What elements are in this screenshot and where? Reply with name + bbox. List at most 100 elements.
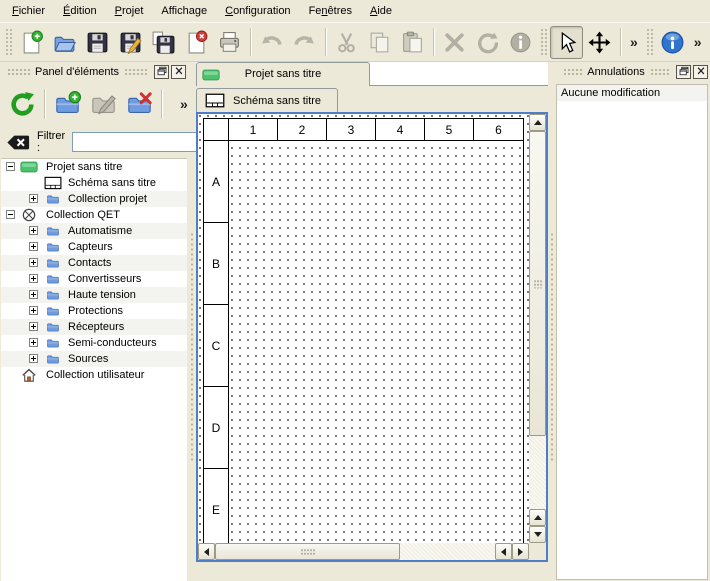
menu-projet[interactable]: Projet <box>106 1 153 21</box>
tree-item-protections[interactable]: Protections <box>1 303 187 319</box>
schema-tab-label: Schéma sans titre <box>233 95 321 107</box>
scroll-up-button-2[interactable] <box>529 509 546 526</box>
scroll-up-button[interactable] <box>529 114 546 131</box>
info-gray-icon <box>508 30 533 55</box>
elements-panel-titlebar[interactable]: Panel d'éléments <box>2 62 186 82</box>
tb-handle[interactable] <box>646 28 653 56</box>
undo-history-item[interactable]: Aucune modification <box>557 85 707 101</box>
plus-expander-icon[interactable] <box>29 290 38 299</box>
tree-item-capteurs[interactable]: Capteurs <box>1 239 187 255</box>
float-panel-button[interactable] <box>154 65 169 79</box>
plus-expander-icon[interactable] <box>29 242 38 251</box>
open-document-button[interactable] <box>48 26 81 59</box>
folder-new-button[interactable] <box>49 86 85 122</box>
scroll-left-button[interactable] <box>198 543 215 560</box>
tree-item-label: Récepteurs <box>68 321 124 333</box>
plus-expander-icon[interactable] <box>29 306 38 315</box>
tree-item-recepteurs[interactable]: Récepteurs <box>1 319 187 335</box>
tb-overflow-button[interactable]: » <box>689 34 707 50</box>
clear-filter-icon[interactable] <box>6 134 30 151</box>
scroll-right-button[interactable] <box>512 543 529 560</box>
undo-history-list[interactable]: Aucune modification <box>556 84 708 580</box>
vscroll-thumb[interactable] <box>529 131 546 436</box>
menu-configuration[interactable]: Configuration <box>216 1 299 21</box>
new-document-button[interactable] <box>15 26 48 59</box>
plus-expander-icon[interactable] <box>29 194 38 203</box>
delete-button[interactable] <box>438 26 471 59</box>
rotate-button[interactable] <box>471 26 504 59</box>
info-gray-button[interactable] <box>504 26 537 59</box>
filter-row: Filtrer : <box>0 128 188 156</box>
tb-overflow-button[interactable]: » <box>625 34 643 50</box>
menu-affichage[interactable]: Affichage <box>152 1 216 21</box>
move-tool-icon <box>587 30 612 55</box>
plus-expander-icon[interactable] <box>29 226 38 235</box>
tb-handle[interactable] <box>5 28 12 56</box>
tab-schema-sans-titre[interactable]: Schéma sans titre <box>196 88 338 112</box>
tree-item-haute-tension[interactable]: Haute tension <box>1 287 187 303</box>
refresh-button[interactable] <box>4 86 40 122</box>
tb-handle[interactable] <box>540 28 547 56</box>
save-all-button[interactable] <box>147 26 180 59</box>
elements-tree: Projet sans titreSchéma sans titreCollec… <box>1 158 187 581</box>
folder-delete-button[interactable] <box>121 86 157 122</box>
select-arrow-button[interactable] <box>550 26 583 59</box>
dock-handle-dots[interactable] <box>650 68 669 76</box>
menu-aide[interactable]: Aide <box>361 1 401 21</box>
float-panel-button[interactable] <box>676 65 691 79</box>
folder-edit-button[interactable] <box>85 86 121 122</box>
move-tool-button[interactable] <box>583 26 616 59</box>
tree-item-schema-sans-titre[interactable]: Schéma sans titre <box>1 175 187 191</box>
plus-expander-icon[interactable] <box>29 338 38 347</box>
lp-overflow-button[interactable]: » <box>180 96 188 112</box>
horizontal-scrollbar[interactable] <box>198 543 529 560</box>
paste-button[interactable] <box>396 26 429 59</box>
close-panel-button[interactable] <box>171 65 186 79</box>
dock-handle-dots[interactable] <box>563 68 582 76</box>
plus-expander-icon[interactable] <box>29 274 38 283</box>
cut-button[interactable] <box>330 26 363 59</box>
row-header-e: E <box>204 469 228 543</box>
dock-handle-dots[interactable] <box>7 68 30 76</box>
menu-fichier[interactable]: Fichier <box>3 1 54 21</box>
hscroll-thumb[interactable] <box>215 543 400 560</box>
right-splitter[interactable] <box>548 62 556 581</box>
close-panel-button[interactable] <box>693 65 708 79</box>
vertical-scrollbar[interactable] <box>529 114 546 543</box>
tree-item-collection-utilisateur[interactable]: Collection utilisateur <box>1 367 187 383</box>
copy-icon <box>367 30 392 55</box>
plus-expander-icon[interactable] <box>29 322 38 331</box>
undo-panel-titlebar[interactable]: Annulations <box>558 62 708 82</box>
save-button[interactable] <box>81 26 114 59</box>
plus-expander-icon[interactable] <box>29 258 38 267</box>
tree-item-sources[interactable]: Sources <box>1 351 187 367</box>
schema-canvas[interactable]: 123456 ABCDE <box>198 114 529 543</box>
menu-fenetres[interactable]: Fenêtres <box>300 1 361 21</box>
left-splitter[interactable] <box>188 62 196 581</box>
scrollbar-corner <box>529 543 546 560</box>
tree-item-projet-sans-titre[interactable]: Projet sans titre <box>1 159 187 175</box>
tab-project-sans-titre[interactable]: Projet sans titre <box>196 62 370 86</box>
float-icon <box>679 66 689 79</box>
tree-item-semi-conducteurs[interactable]: Semi-conducteurs <box>1 335 187 351</box>
scroll-down-button[interactable] <box>529 526 546 543</box>
redo-button[interactable] <box>288 26 321 59</box>
tree-item-contacts[interactable]: Contacts <box>1 255 187 271</box>
print-button[interactable] <box>213 26 246 59</box>
minus-expander-icon[interactable] <box>6 162 15 171</box>
undo-button[interactable] <box>255 26 288 59</box>
tree-item-convertisseurs[interactable]: Convertisseurs <box>1 271 187 287</box>
scroll-left-button-2[interactable] <box>495 543 512 560</box>
tree-item-collection-projet[interactable]: Collection projet <box>1 191 187 207</box>
minus-expander-icon[interactable] <box>6 210 15 219</box>
menu-edition[interactable]: Édition <box>54 1 106 21</box>
plus-expander-icon[interactable] <box>29 354 38 363</box>
save-as-button[interactable] <box>114 26 147 59</box>
tree-item-label: Haute tension <box>68 289 136 301</box>
tree-item-automatisme[interactable]: Automatisme <box>1 223 187 239</box>
close-document-button[interactable] <box>180 26 213 59</box>
info-blue-button[interactable] <box>656 26 689 59</box>
copy-button[interactable] <box>363 26 396 59</box>
dock-handle-dots[interactable] <box>124 68 147 76</box>
tree-item-collection-qet[interactable]: Collection QET <box>1 207 187 223</box>
